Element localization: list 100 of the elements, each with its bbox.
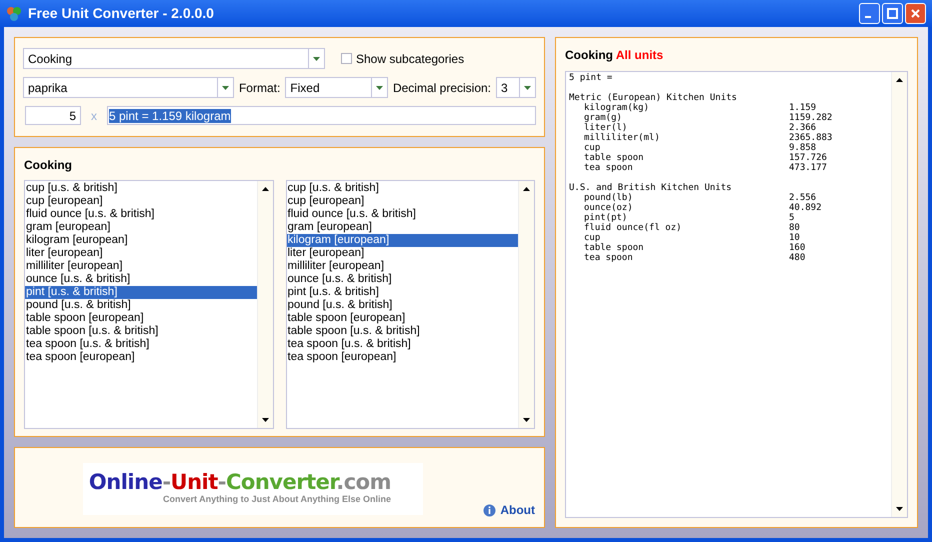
scroll-up-arrow-icon [262, 187, 268, 191]
logo-word: Converter [226, 470, 336, 494]
unit-list-item[interactable]: tea spoon [u.s. & british] [25, 338, 256, 351]
unit-list-item[interactable]: gram [european] [286, 221, 518, 234]
unit-list-item[interactable]: kilogram [european] [25, 234, 256, 247]
logo-word: Online [88, 470, 162, 494]
unit-list-item[interactable]: liter [european] [25, 247, 256, 260]
unit-value: 2.556 [789, 193, 816, 203]
panel-title: Cooking [24, 157, 73, 174]
unit-group-title: U.S. and British Kitchen Units [569, 183, 733, 193]
unit-list-item[interactable]: milliliter [european] [286, 260, 518, 273]
unit-list-item[interactable]: pint [u.s. & british] [25, 286, 256, 299]
scroll-down-arrow-icon [523, 418, 530, 422]
unit-name: table spoon [584, 153, 645, 163]
unit-name: gram(g) [584, 113, 623, 123]
result-header: 5 pint = [569, 73, 614, 83]
dropdown-arrow-icon [376, 86, 383, 90]
unit-value: 9.858 [789, 143, 816, 153]
panel-title: Cooking All units [565, 47, 664, 64]
unit-name: kilogram(kg) [584, 103, 650, 113]
unit-group-title: Metric (European) Kitchen Units [569, 93, 738, 103]
unit-name: cup [584, 233, 602, 243]
unit-list-item[interactable]: milliliter [european] [25, 260, 256, 273]
unit-value: 157.726 [789, 153, 827, 163]
info-icon [483, 504, 496, 516]
unit-value: 480 [789, 253, 806, 263]
show-subcategories-checkbox[interactable]: Show subcategories [341, 50, 464, 68]
substance-dropdown[interactable]: paprika [23, 77, 234, 98]
logo-tagline: Convert Anything to Just About Anything Else Online [163, 493, 391, 506]
unit-name: tea spoon [584, 253, 634, 263]
unit-name: liter(l) [584, 123, 628, 133]
close-button[interactable] [905, 3, 926, 24]
dropdown-arrow-icon [222, 86, 229, 90]
times-sign: x [91, 108, 97, 124]
result-field[interactable]: 5 pint = 1.159 kilogram [107, 106, 536, 125]
unit-list-item[interactable]: cup [european] [286, 195, 518, 208]
unit-name: ounce(oz) [584, 203, 634, 213]
unit-name: milliliter(ml) [584, 133, 661, 143]
unit-list-item[interactable]: table spoon [european] [286, 312, 518, 325]
logo-word: Unit [170, 470, 218, 494]
unit-list-item[interactable]: table spoon [european] [25, 312, 256, 325]
minimize-button[interactable] [859, 3, 880, 24]
unit-value: 1159.282 [789, 113, 832, 123]
unit-list-item[interactable]: pound [u.s. & british] [25, 299, 256, 312]
scrollbar[interactable] [518, 181, 534, 428]
precision-dropdown[interactable]: 3 [496, 77, 536, 98]
dropdown-arrow-icon [313, 56, 320, 60]
app-icon [6, 6, 22, 22]
scrollbar[interactable] [256, 181, 272, 428]
unit-value: 80 [789, 223, 800, 233]
unit-list-item[interactable]: cup [u.s. & british] [286, 182, 518, 195]
unit-list-item[interactable]: pint [u.s. & british] [286, 286, 518, 299]
logo-word: .com [336, 470, 391, 494]
unit-list-item[interactable]: fluid ounce [u.s. & british] [25, 208, 256, 221]
logo-word: - [162, 470, 171, 494]
precision-label: Decimal precision: [392, 80, 492, 96]
unit-value: 5 [789, 213, 794, 223]
maximize-icon [887, 8, 898, 19]
unit-list-item[interactable]: fluid ounce [u.s. & british] [286, 208, 518, 221]
unit-name: fluid ounce(fl oz) [584, 223, 683, 233]
scroll-down-arrow-icon [896, 507, 903, 511]
unit-list-item[interactable]: tea spoon [european] [25, 351, 256, 364]
dropdown-arrow-icon [524, 86, 531, 90]
unit-value: 2.366 [789, 123, 816, 133]
window-title: Free Unit Converter - 2.0.0.0 [28, 4, 214, 23]
scroll-up-arrow-icon [523, 187, 530, 191]
unit-value: 160 [789, 243, 806, 253]
unit-list-item[interactable]: cup [u.s. & british] [25, 182, 256, 195]
unit-name: tea spoon [584, 163, 634, 173]
unit-list-item[interactable]: ounce [u.s. & british] [25, 273, 256, 286]
unit-value: 40.892 [789, 203, 822, 213]
unit-list-item[interactable]: tea spoon [european] [286, 351, 518, 364]
unit-value: 2365.883 [789, 133, 832, 143]
unit-value: 1.159 [789, 103, 816, 113]
unit-list-item[interactable]: liter [european] [286, 247, 518, 260]
scrollbar[interactable] [891, 72, 907, 517]
maximize-button[interactable] [882, 3, 903, 24]
unit-list-item[interactable]: kilogram [european] [286, 234, 518, 247]
unit-value: 473.177 [789, 163, 827, 173]
unit-name: table spoon [584, 243, 645, 253]
unit-value: 10 [789, 233, 800, 243]
amount-field[interactable]: 5 [25, 106, 81, 125]
unit-list-item[interactable]: cup [european] [25, 195, 256, 208]
format-label: Format: [238, 80, 280, 96]
unit-list-item[interactable]: tea spoon [u.s. & british] [286, 338, 518, 351]
unit-list-item[interactable]: gram [european] [25, 221, 256, 234]
logo-word: - [218, 470, 226, 494]
format-dropdown[interactable]: Fixed [285, 77, 388, 98]
category-dropdown[interactable]: Cooking [23, 48, 325, 69]
unit-name: pint(pt) [584, 213, 628, 223]
minimize-icon [865, 16, 871, 18]
close-icon [910, 8, 921, 19]
unit-list-item[interactable]: table spoon [u.s. & british] [286, 325, 518, 338]
scroll-down-arrow-icon [262, 418, 268, 422]
about-link[interactable]: About [483, 501, 535, 519]
unit-name: pound(lb) [584, 193, 634, 203]
unit-list-item[interactable]: pound [u.s. & british] [286, 299, 518, 312]
scroll-up-arrow-icon [896, 78, 903, 82]
unit-list-item[interactable]: ounce [u.s. & british] [286, 273, 518, 286]
unit-list-item[interactable]: table spoon [u.s. & british] [25, 325, 256, 338]
